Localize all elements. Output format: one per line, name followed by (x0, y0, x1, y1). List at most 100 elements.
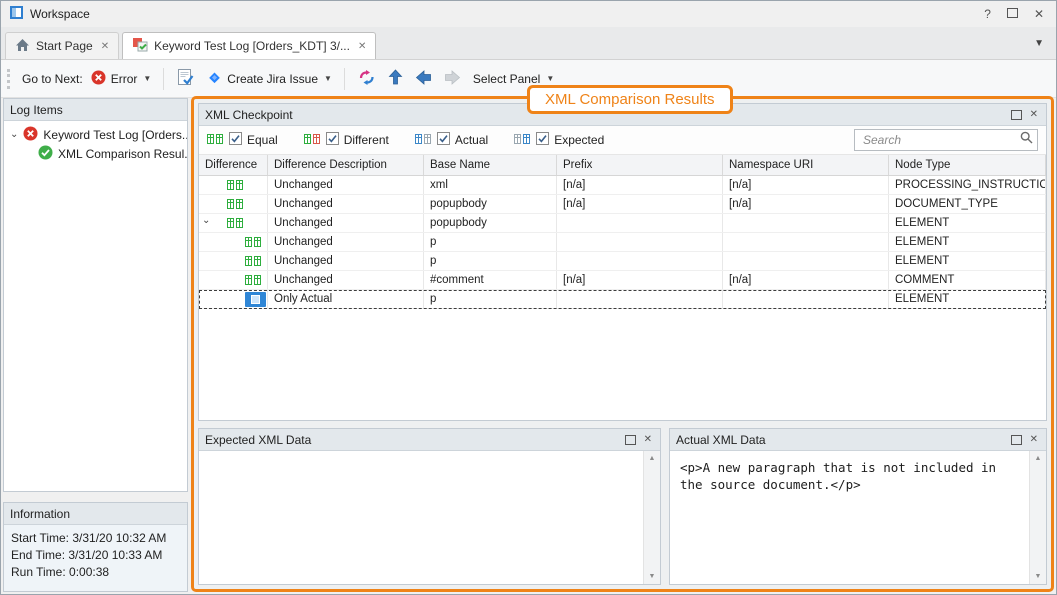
column-header[interactable]: Node Type (889, 155, 1046, 175)
base-name-cell: popupbody (424, 214, 557, 232)
filter-different[interactable]: Different (304, 132, 389, 148)
namespace-uri-cell (723, 290, 889, 308)
node-type-cell: COMMENT (889, 271, 1046, 289)
jira-icon (207, 70, 222, 88)
expected-panel-header: Expected XML Data ✕ (199, 429, 660, 451)
xml-comparison-results-area: XML Checkpoint ✕ EqualDifferentActualExp… (191, 96, 1054, 592)
actual-checkbox[interactable] (437, 132, 450, 148)
chevron-down-icon: ▼ (143, 74, 151, 83)
actual-panel-header: Actual XML Data ✕ (670, 429, 1046, 451)
node-type-cell: PROCESSING_INSTRUCTION (889, 176, 1046, 194)
base-name-cell: p (424, 252, 557, 270)
maximize-button[interactable] (1007, 8, 1018, 20)
column-header[interactable]: Difference Description (268, 155, 424, 175)
log-items-header: Log Items (4, 99, 187, 121)
left-sidebar: Log Items ⌄Keyword Test Log [Orders...XM… (3, 98, 188, 592)
table-row[interactable]: ⌄UnchangedpopupbodyELEMENT (199, 214, 1046, 233)
tab-label: Start Page (36, 39, 93, 53)
difference-description-cell: Unchanged (268, 271, 424, 289)
scroll-down-icon[interactable]: ▼ (1030, 569, 1046, 584)
restore-panel-icon[interactable] (1011, 435, 1022, 445)
scroll-up-icon[interactable]: ▲ (644, 451, 660, 466)
prefix-cell (557, 252, 723, 270)
close-tab-icon[interactable]: ✕ (101, 41, 109, 52)
node-type-cell: ELEMENT (889, 290, 1046, 308)
different-pair-icon (304, 133, 321, 148)
column-header[interactable]: Prefix (557, 155, 723, 175)
table-row[interactable]: UnchangedpELEMENT (199, 252, 1046, 271)
toolbar-grip[interactable] (7, 69, 13, 89)
namespace-uri-cell (723, 214, 889, 232)
search-input[interactable] (861, 132, 1020, 148)
chevron-down-icon[interactable]: ⌄ (10, 129, 18, 140)
equal-checkbox[interactable] (229, 132, 242, 148)
scroll-down-icon[interactable]: ▼ (644, 569, 660, 584)
vertical-scrollbar[interactable]: ▲ ▼ (643, 451, 660, 584)
node-type-cell: ELEMENT (889, 233, 1046, 251)
difference-cell: ⌄ (199, 214, 268, 232)
column-header[interactable]: Base Name (424, 155, 557, 175)
tab-keyword-test-log[interactable]: Keyword Test Log [Orders_KDT] 3/... ✕ (122, 32, 376, 59)
log-tree-item[interactable]: XML Comparison Resul... (4, 144, 187, 163)
equal-icon (227, 217, 244, 229)
column-header[interactable]: Namespace URI (723, 155, 889, 175)
left-arrow-icon (415, 70, 432, 88)
base-name-cell: popupbody (424, 195, 557, 213)
difference-cell (199, 176, 268, 194)
table-header-row: DifferenceDifference DescriptionBase Nam… (199, 155, 1046, 176)
tab-list-chevron-icon[interactable]: ▼ (1026, 38, 1052, 49)
table-row[interactable]: Unchanged#comment[n/a][n/a]COMMENT (199, 271, 1046, 290)
equal-pair-icon (207, 133, 224, 148)
upload-results-button[interactable] (382, 65, 409, 93)
table-row[interactable]: Unchangedxml[n/a][n/a]PROCESSING_INSTRUC… (199, 176, 1046, 195)
different-checkbox[interactable] (326, 132, 339, 148)
only-actual-icon (245, 292, 266, 307)
chevron-down-icon[interactable]: ⌄ (202, 215, 210, 226)
filter-expected[interactable]: Expected (514, 132, 604, 148)
xml-checkpoint-panel: XML Checkpoint ✕ EqualDifferentActualExp… (198, 103, 1047, 421)
go-to-next-error-button[interactable]: Error ▼ (85, 66, 158, 92)
close-button[interactable]: ✕ (1034, 8, 1044, 20)
start-page-icon (15, 38, 30, 55)
close-tab-icon[interactable]: ✕ (358, 41, 366, 52)
close-panel-icon[interactable]: ✕ (1030, 434, 1038, 445)
table-row[interactable]: Unchangedp ELEMENT (199, 233, 1046, 252)
difference-description-cell: Unchanged (268, 233, 424, 251)
difference-cell (199, 195, 268, 213)
table-row[interactable]: Unchangedpopupbody[n/a][n/a]DOCUMENT_TYP… (199, 195, 1046, 214)
actual-xml-content: <p>A new paragraph that is not included … (670, 451, 1046, 584)
create-jira-issue-button[interactable]: Create Jira Issue ▼ (201, 66, 338, 92)
expected-label: Expected (554, 133, 604, 147)
go-to-next-label: Go to Next: (20, 72, 85, 86)
clipboard-check-icon (176, 68, 195, 90)
difference-description-cell: Unchanged (268, 252, 424, 270)
restore-panel-icon[interactable] (625, 435, 636, 445)
difference-cell (199, 233, 268, 251)
search-box[interactable] (854, 129, 1038, 151)
post-issue-button[interactable] (170, 64, 201, 94)
base-name-cell: p (424, 233, 557, 251)
up-arrow-icon (388, 69, 403, 89)
difference-description-cell: Unchanged (268, 176, 424, 194)
close-panel-icon[interactable]: ✕ (644, 434, 652, 445)
tab-start-page[interactable]: Start Page ✕ (5, 32, 119, 59)
help-button[interactable]: ? (984, 8, 991, 20)
expected-checkbox[interactable] (536, 132, 549, 148)
window-title: Workspace (30, 7, 90, 21)
previous-result-button[interactable] (409, 66, 438, 92)
difference-cell (199, 290, 268, 308)
filter-toolbar: Equal Different Actual Expected (199, 126, 1046, 155)
filter-actual[interactable]: Actual (415, 132, 488, 148)
table-row[interactable]: Only ActualpELEMENT (199, 290, 1046, 309)
run-state-button[interactable] (351, 65, 382, 93)
column-header[interactable]: Difference (199, 155, 268, 175)
restore-panel-icon[interactable] (1011, 110, 1022, 120)
tab-label: Keyword Test Log [Orders_KDT] 3/... (154, 39, 350, 53)
next-result-button[interactable] (438, 66, 467, 92)
vertical-scrollbar[interactable]: ▲ ▼ (1029, 451, 1046, 584)
close-panel-icon[interactable]: ✕ (1030, 109, 1038, 120)
search-icon[interactable] (1020, 131, 1033, 149)
scroll-up-icon[interactable]: ▲ (1030, 451, 1046, 466)
filter-equal[interactable]: Equal (207, 132, 278, 148)
log-tree-item[interactable]: ⌄Keyword Test Log [Orders... (4, 125, 187, 144)
